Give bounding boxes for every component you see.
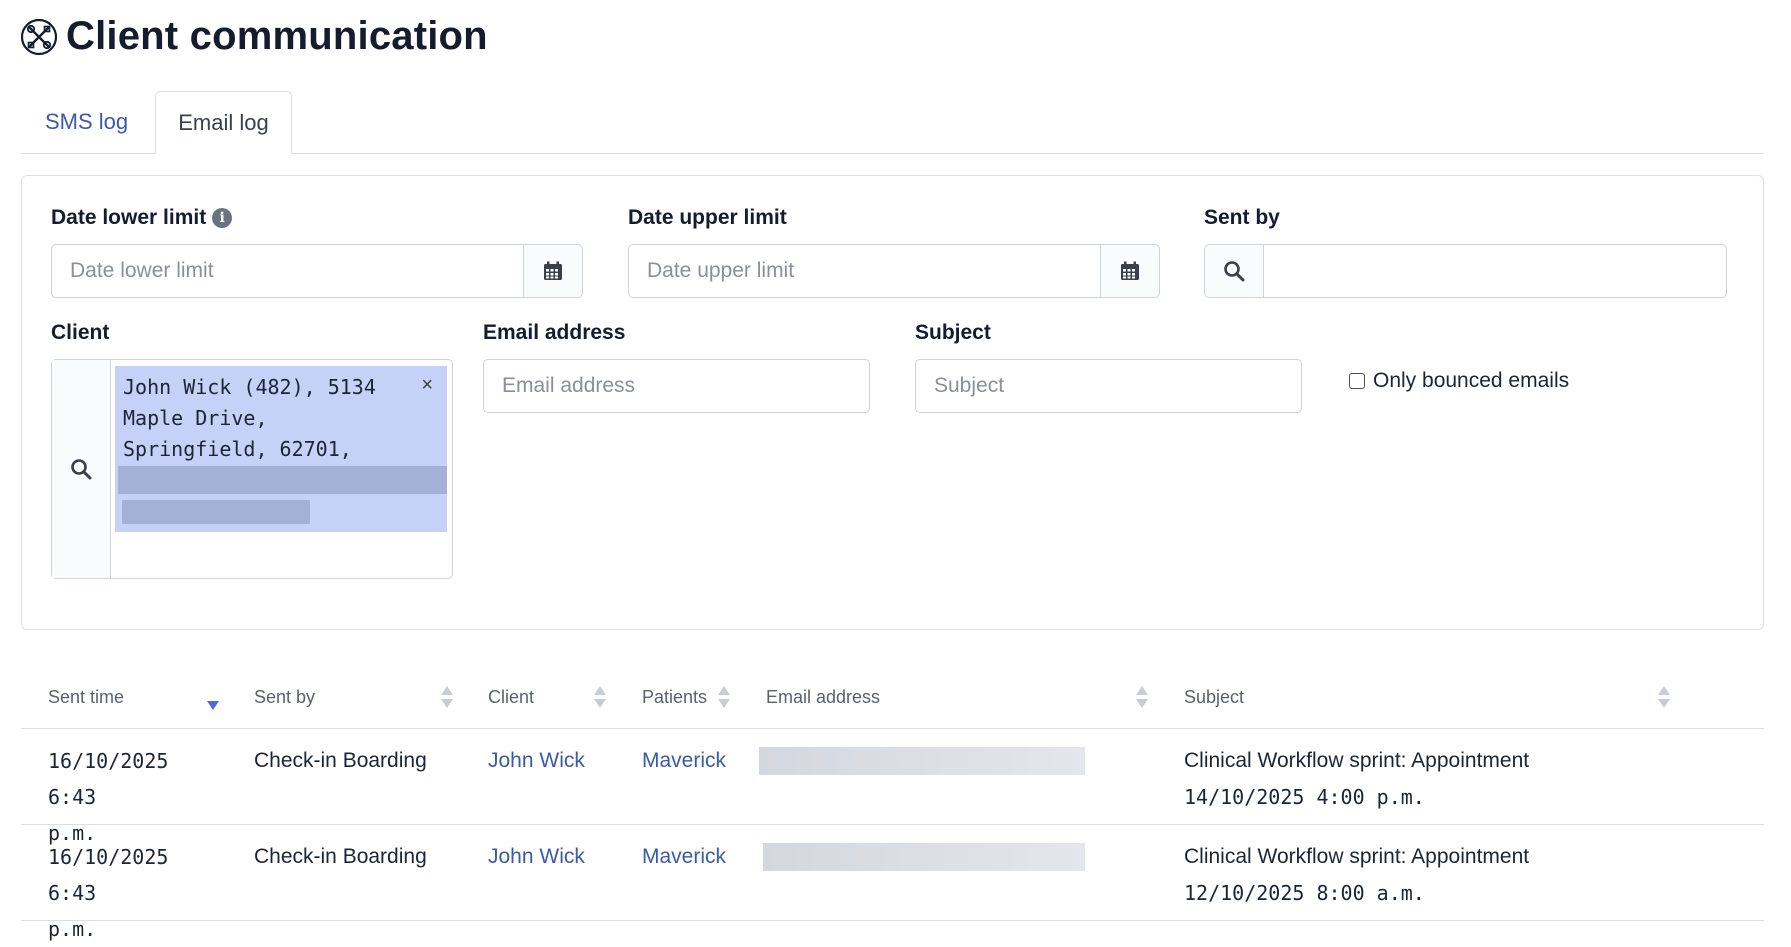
client-link[interactable]: John Wick [488, 839, 585, 875]
only-bounced-label: Only bounced emails [1373, 369, 1570, 392]
sort-desc-icon[interactable] [207, 686, 219, 710]
sort-icon[interactable] [1658, 686, 1670, 710]
subject-input[interactable]: Subject [915, 359, 1302, 413]
redacted-email [759, 747, 1085, 775]
sent-by-input[interactable] [1204, 244, 1727, 298]
only-bounced-checkbox[interactable] [1349, 373, 1365, 389]
sort-icon[interactable] [441, 686, 453, 710]
subject-cell: Clinical Workflow sprint: Appointment 14… [1184, 749, 1530, 809]
table-row[interactable]: 16/10/2025 6:43 p.m. Check-in Boarding J… [21, 825, 1764, 941]
email-address-input[interactable]: Email address [483, 359, 870, 413]
column-header-sent-time[interactable]: Sent time [48, 666, 124, 728]
sort-icon[interactable] [1136, 686, 1148, 710]
email-address-label: Email address [483, 321, 626, 344]
only-bounced-option[interactable]: Only bounced emails [1349, 369, 1569, 393]
sent-time-cell: 16/10/2025 6:43 p.m. [48, 845, 169, 941]
info-circle-icon[interactable]: i [212, 208, 233, 228]
filter-panel: Date lower limit i Date lower limit Date … [21, 175, 1764, 630]
redacted-block [118, 466, 447, 494]
selected-client-chip: John Wick (482), 5134 Maple Drive, Sprin… [115, 366, 447, 532]
email-log-table: Sent time Sent by Client Patients Email … [21, 666, 1764, 941]
selected-client-text: John Wick (482), 5134 Maple Drive, Sprin… [123, 375, 376, 461]
date-lower-calendar-button[interactable] [523, 245, 582, 297]
page-header: Client communication [20, 14, 488, 59]
client-multiselect[interactable]: John Wick (482), 5134 Maple Drive, Sprin… [51, 359, 453, 579]
date-lower-placeholder: Date lower limit [70, 259, 214, 282]
column-header-sent-by[interactable]: Sent by [254, 666, 315, 728]
search-icon [71, 459, 92, 480]
date-upper-calendar-button[interactable] [1100, 245, 1159, 297]
redacted-email [763, 843, 1085, 871]
client-label: Client [51, 321, 110, 344]
sort-icon[interactable] [594, 686, 606, 710]
sent-by-cell: Check-in Boarding [254, 749, 427, 772]
date-lower-label: Date lower limit i [51, 206, 233, 230]
subject-placeholder: Subject [934, 374, 1005, 397]
search-icon [1224, 261, 1245, 282]
patient-link[interactable]: Maverick [642, 743, 726, 779]
subject-cell: Clinical Workflow sprint: Appointment 12… [1184, 845, 1530, 905]
email-address-placeholder: Email address [502, 374, 636, 397]
column-header-client[interactable]: Client [488, 666, 534, 728]
remove-client-button[interactable]: × [421, 374, 433, 397]
calendar-icon [1121, 261, 1139, 280]
column-header-email-address[interactable]: Email address [766, 666, 880, 728]
table-row[interactable]: 16/10/2025 6:43 p.m. Check-in Boarding J… [21, 729, 1764, 845]
column-header-patients[interactable]: Patients [642, 666, 707, 728]
date-lower-input[interactable]: Date lower limit [51, 244, 583, 298]
date-upper-input[interactable]: Date upper limit [628, 244, 1160, 298]
sent-by-search-addon [1205, 245, 1264, 297]
client-search-addon [52, 360, 111, 578]
redacted-block [122, 500, 310, 524]
date-upper-label: Date upper limit [628, 206, 787, 229]
sort-icon[interactable] [718, 686, 730, 710]
page-title: Client communication [66, 14, 488, 58]
patient-link[interactable]: Maverick [642, 839, 726, 875]
tab-sms-log[interactable]: SMS log [21, 91, 152, 153]
tools-logo-icon [20, 18, 58, 55]
column-header-subject[interactable]: Subject [1184, 666, 1244, 728]
subject-label: Subject [915, 321, 991, 344]
sent-by-label: Sent by [1204, 206, 1280, 229]
date-upper-placeholder: Date upper limit [647, 259, 795, 282]
client-link[interactable]: John Wick [488, 743, 585, 779]
tab-email-log[interactable]: Email log [155, 91, 292, 154]
tab-bar: SMS log Email log [21, 91, 1764, 154]
sent-by-cell: Check-in Boarding [254, 845, 427, 868]
table-header: Sent time Sent by Client Patients Email … [21, 666, 1764, 729]
calendar-icon [544, 261, 562, 280]
